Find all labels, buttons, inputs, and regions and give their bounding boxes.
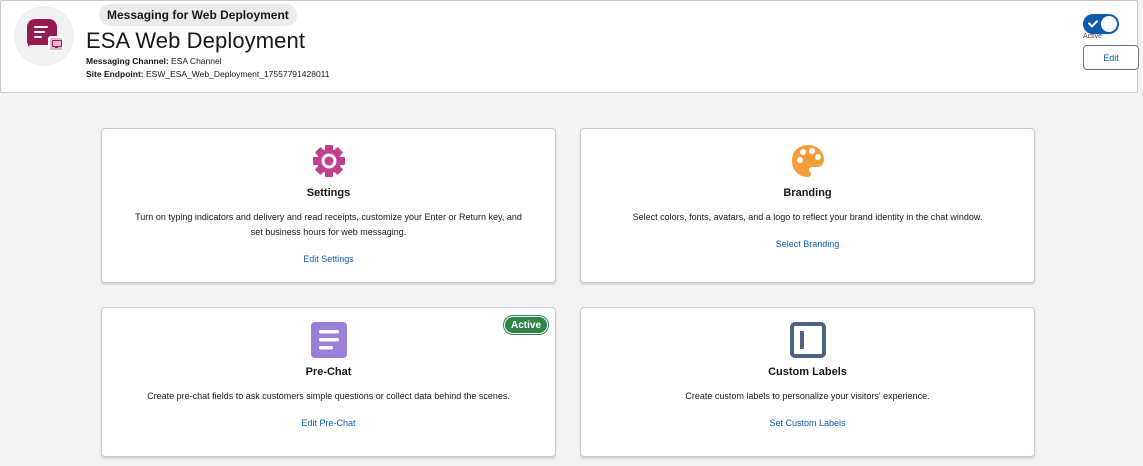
gear-icon xyxy=(312,145,345,177)
edit-button[interactable]: Edit xyxy=(1083,45,1139,70)
edit-pre-chat-link[interactable]: Edit Pre-Chat xyxy=(102,418,555,428)
edit-settings-link[interactable]: Edit Settings xyxy=(102,254,555,264)
site-endpoint-field: Site Endpoint: ESW_ESA_Web_Deployment_17… xyxy=(86,69,330,79)
pre-chat-title: Pre-Chat xyxy=(305,366,352,378)
active-badge: Active xyxy=(503,316,548,334)
settings-card: Settings Turn on typing indicators and d… xyxy=(101,128,556,283)
pre-chat-description: Create pre-chat fields to ask customers … xyxy=(147,391,510,401)
page-title: ESA Web Deployment xyxy=(86,28,306,53)
active-toggle[interactable] xyxy=(1083,14,1119,34)
branding-title: Branding xyxy=(783,187,832,199)
check-icon xyxy=(1087,17,1099,28)
deployment-header: Messaging for Web Deployment ESA Web Dep… xyxy=(0,0,1139,93)
form-icon xyxy=(310,322,347,358)
palette-icon xyxy=(791,145,824,177)
branding-description: Select colors, fonts, avatars, and a log… xyxy=(632,212,983,222)
settings-title: Settings xyxy=(306,187,351,199)
label-frame-icon xyxy=(789,322,826,358)
settings-description: Turn on typing indicators and delivery a… xyxy=(135,212,522,237)
messaging-channel-field: Messaging Channel: ESA Channel xyxy=(86,56,222,66)
active-toggle-label: Active xyxy=(1083,33,1103,40)
site-endpoint-label: Site Endpoint xyxy=(86,69,141,79)
set-custom-labels-link[interactable]: Set Custom Labels xyxy=(581,418,1034,428)
messaging-channel-value: ESA Channel xyxy=(171,56,222,66)
pre-chat-card: Active Pre-Chat Create pre-chat fields t… xyxy=(101,307,556,457)
site-endpoint-value: ESW_ESA_Web_Deployment_17557791428011 xyxy=(145,69,330,79)
messaging-channel-label: Messaging Channel xyxy=(86,56,166,66)
custom-labels-card: Custom Labels Create custom labels to pe… xyxy=(580,307,1035,457)
messaging-app-icon xyxy=(14,6,74,66)
custom-labels-title: Custom Labels xyxy=(768,366,847,378)
branding-card: Branding Select colors, fonts, avatars, … xyxy=(580,128,1035,283)
custom-labels-description: Create custom labels to personalize your… xyxy=(685,391,930,401)
select-branding-link[interactable]: Select Branding xyxy=(581,239,1034,249)
record-type-pill: Messaging for Web Deployment xyxy=(99,4,297,26)
